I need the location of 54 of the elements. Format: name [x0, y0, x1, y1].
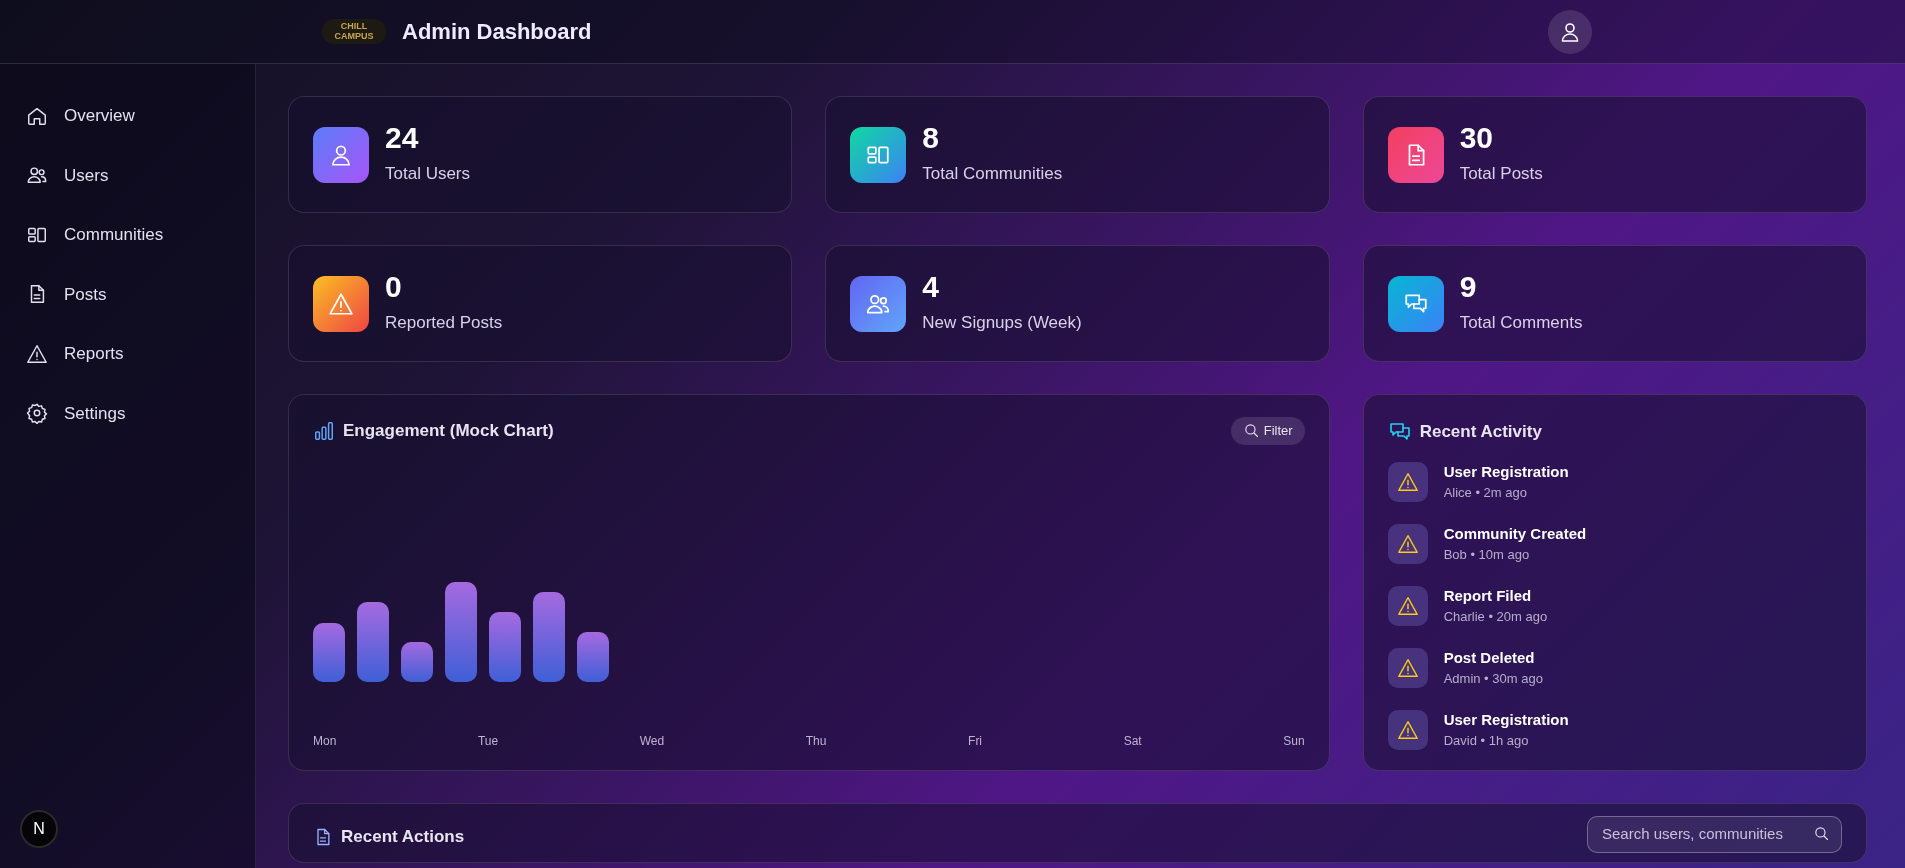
card-title: Recent Activity: [1419, 421, 1542, 443]
warning-icon: [1396, 532, 1419, 555]
sidebar-item[interactable]: Settings: [0, 383, 255, 443]
activity-title: Post Deleted: [1443, 647, 1536, 668]
stat-value: 30: [1459, 122, 1495, 153]
axis-label: Wed: [639, 733, 665, 750]
avatar-button[interactable]: [1548, 9, 1592, 54]
stat-value: 24: [385, 122, 420, 153]
page-title: Admin Dashboard: [402, 18, 592, 46]
warning-icon: [26, 342, 48, 365]
stat-label: Total Communities: [922, 162, 1063, 185]
activity-meta: David • 1h ago: [1443, 732, 1530, 750]
axis-label: Fri: [968, 733, 983, 750]
stat-label: New Signups (Week): [922, 311, 1082, 334]
axis-label: Thu: [805, 733, 827, 750]
stat-value: 0: [385, 271, 403, 302]
axis-label: Sat: [1123, 733, 1142, 750]
axis-label: Sun: [1283, 733, 1305, 750]
logo: CHILL CAMPUS: [322, 19, 386, 44]
sidebar-item[interactable]: Users: [0, 145, 255, 205]
dev-indicator-button[interactable]: N: [20, 810, 58, 848]
axis-label: Tue: [477, 733, 499, 750]
sidebar-item[interactable]: Overview: [0, 86, 255, 146]
activity-title: Report Filed: [1443, 585, 1533, 606]
stat-label: Total Comments: [1459, 311, 1583, 334]
bar-chart-icon: [313, 419, 335, 442]
stat-label: Total Posts: [1459, 162, 1543, 185]
settings-icon: [26, 402, 48, 425]
activity-meta: Charlie • 20m ago: [1443, 608, 1548, 626]
axis-label: Mon: [313, 733, 337, 750]
warning-icon: [1396, 594, 1419, 617]
activity-meta: Admin • 30m ago: [1443, 670, 1543, 688]
sidebar-item[interactable]: Communities: [0, 205, 255, 265]
activity-meta: Alice • 2m ago: [1443, 484, 1528, 502]
sidebar-item[interactable]: Posts: [0, 264, 255, 324]
activity-title: User Registration: [1443, 709, 1569, 730]
stat-label: Reported Posts: [385, 311, 503, 334]
activity-meta: Bob • 10m ago: [1443, 546, 1531, 564]
search-icon: [1242, 422, 1260, 440]
card-title: Recent Actions: [341, 826, 465, 848]
card-title: Engagement (Mock Chart): [343, 420, 554, 442]
filter-button[interactable]: Filter: [1230, 417, 1305, 445]
stat-value: 8: [922, 122, 940, 153]
search-icon: [1813, 825, 1830, 842]
warning-icon: [1396, 656, 1419, 679]
activity-title: User Registration: [1443, 461, 1569, 482]
stat-value: 9: [1459, 271, 1478, 302]
warning-icon: [328, 290, 354, 317]
warning-icon: [1396, 718, 1419, 741]
sidebar-item[interactable]: Reports: [0, 324, 255, 384]
stat-value: 4: [922, 271, 940, 302]
activity-title: Community Created: [1443, 523, 1587, 544]
warning-icon: [1396, 470, 1419, 493]
stat-label: Total Users: [385, 162, 471, 185]
